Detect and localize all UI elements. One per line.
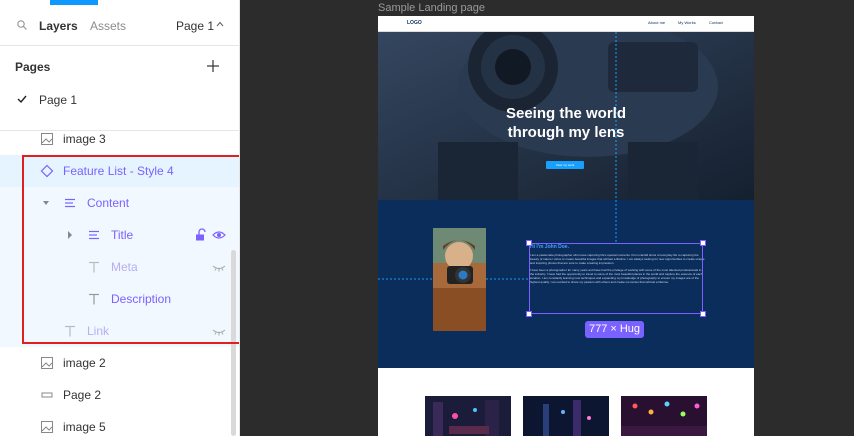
size-indicator: 777 × Hug [585,321,644,338]
layer-label: image 3 [63,132,106,146]
hero-title: Seeing the world through my lens [378,104,754,142]
chevron-up-icon[interactable] [216,21,224,27]
layer-label: image 5 [63,420,106,434]
image-icon [41,133,53,145]
site-logo: LOGO [407,20,422,26]
selection-rectangle[interactable] [529,243,703,314]
gallery-image [523,396,609,436]
site-navbar: LOGO About me My Works Contact [378,16,754,32]
gallery-section [378,368,754,436]
design-canvas[interactable]: Sample Landing page LOGO About me My Wor… [241,0,854,436]
image-icon [41,421,53,433]
panel-tabs: Layers Assets Page 1 [0,0,239,46]
page-item-label: Page 1 [39,93,78,107]
resize-handle[interactable] [700,240,706,246]
hero-section: Seeing the world through my lens View my… [378,32,754,200]
page-selector[interactable]: Page 1 [176,19,214,33]
frame-icon [41,392,53,398]
annotation-highlight-box [22,155,239,344]
layer-label: image 2 [63,356,106,370]
layer-label: Page 2 [63,388,102,402]
layer-page-2[interactable]: Page 2 [0,379,239,411]
tab-layers[interactable]: Layers [39,19,78,33]
nav-link-contact: Contact [709,20,723,25]
layers-panel: Layers Assets Page 1 Pages Page 1 image … [0,0,240,436]
resize-handle[interactable] [526,311,532,317]
layer-image-5[interactable]: image 5 [0,411,239,436]
gallery-image [621,396,707,436]
landing-page-frame[interactable]: LOGO About me My Works Contact Seeing th… [378,16,754,436]
photographer-image [433,228,486,331]
gallery-image [425,396,511,436]
image-icon [41,357,53,369]
nav-link-about: About me [648,20,666,25]
add-page-icon[interactable] [206,59,220,73]
resize-handle[interactable] [700,311,706,317]
checkmark-icon [17,95,27,104]
hero-cta-button[interactable]: View my work [546,161,584,169]
resize-handle[interactable] [526,240,532,246]
frame-name-label[interactable]: Sample Landing page [378,2,485,14]
tab-assets[interactable]: Assets [90,19,126,33]
nav-link-works: My Works [678,20,696,25]
layer-image-3[interactable]: image 3 [0,123,239,155]
search-icon[interactable] [17,20,27,30]
hero-title-line: through my lens [507,124,625,141]
pages-section-title: Pages [15,60,51,74]
page-item-page-1[interactable]: Page 1 [0,88,239,112]
about-section: Hi I'm John Doe. I am a passionate photo… [378,200,754,368]
hero-title-line: Seeing the world [505,105,626,122]
layer-image-2[interactable]: image 2 [0,347,239,379]
